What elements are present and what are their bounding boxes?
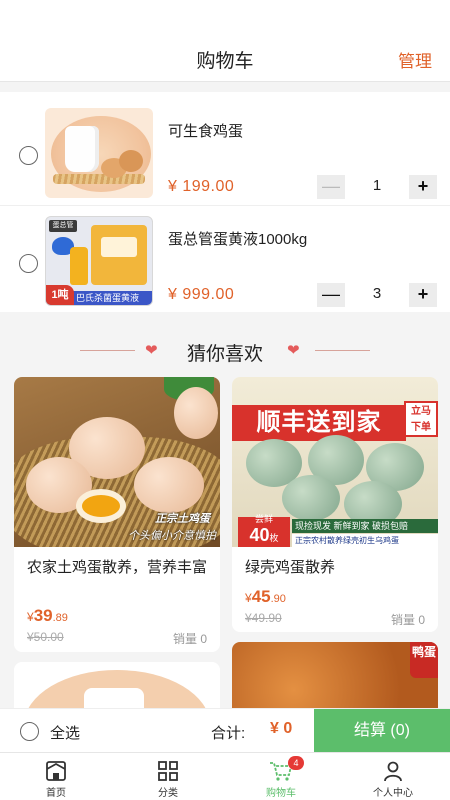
product-card[interactable]: 顺丰送到家 立马 下单 尝鲜 40枚 现捡现发 新鲜到家 破损包赔 正宗农村散养绿壳… [232, 377, 438, 632]
item-select-checkbox[interactable] [19, 146, 38, 165]
heart-icon: ❤ [287, 342, 300, 359]
bottom-tab-bar: 首页 分类 4 购物车 个人中心 [0, 752, 450, 800]
product-title: 农家土鸡蛋散养，营养丰富 [27, 559, 208, 576]
current-price: ¥45.90 [245, 587, 286, 606]
quantity-stepper: — 1 + [317, 175, 437, 199]
original-price: ¥50.00 [27, 630, 64, 644]
image-badge: 1吨 [46, 285, 74, 305]
count-badge: 尝鲜 40枚 [238, 514, 290, 547]
decrease-button[interactable]: — [317, 283, 345, 307]
tab-cart[interactable]: 4 购物车 [225, 753, 337, 800]
tab-label: 首页 [46, 788, 66, 799]
product-title: 绿壳鸡蛋散养 [245, 559, 336, 576]
product-card[interactable]: 正宗土鸡蛋 个头偏小介意慎拍 农家土鸡蛋散养，营养丰富 ¥39.89 ¥50.0… [14, 377, 220, 652]
checkout-button[interactable]: 结算 (0) [314, 709, 450, 753]
select-all-checkbox[interactable] [20, 722, 39, 741]
promo-banner: 顺丰送到家 [232, 405, 406, 441]
total-label: 合计: [211, 725, 246, 742]
current-price: ¥39.89 [27, 606, 68, 625]
image-caption: 个头偏小介意慎拍 [128, 530, 216, 542]
product-image[interactable] [45, 108, 153, 198]
brand-logo: 蛋总管 [49, 220, 77, 232]
page-title: 购物车 [196, 51, 254, 72]
image-strip: 现捡现发 新鲜到家 破损包赔 [292, 519, 438, 533]
item-select-checkbox[interactable] [19, 254, 38, 273]
recommend-heading: ❤ 猜你喜欢 ❤ [0, 330, 450, 370]
grid-icon [158, 761, 178, 781]
tab-category[interactable]: 分类 [112, 753, 224, 800]
cart-list: 可生食鸡蛋 ¥ 199.00 — 1 + 蛋总管 巴氏杀菌蛋黄液 1吨 蛋总管蛋… [0, 92, 450, 312]
checkout-bar: 全选 合计: ¥ 0 结算 (0) [0, 708, 450, 753]
product-price: ¥ 199.00 [168, 178, 235, 195]
tab-label: 购物车 [266, 788, 296, 799]
quantity-stepper: — 3 + [317, 283, 437, 307]
decrease-button[interactable]: — [317, 175, 345, 199]
tab-label: 分类 [158, 788, 178, 799]
sales-count: 销量 0 [390, 613, 425, 627]
increase-button[interactable]: + [409, 175, 437, 199]
product-image: 顺丰送到家 立马 下单 尝鲜 40枚 现捡现发 新鲜到家 破损包赔 正宗农村散养绿壳… [232, 377, 438, 547]
quantity-value[interactable]: 1 [345, 177, 409, 194]
product-tag: 鸭蛋 [410, 642, 438, 678]
tab-home[interactable]: 首页 [0, 753, 112, 800]
tab-label: 个人中心 [373, 788, 413, 799]
tab-profile[interactable]: 个人中心 [337, 753, 449, 800]
select-all-label[interactable]: 全选 [50, 722, 80, 743]
quantity-value[interactable]: 3 [345, 285, 409, 302]
product-price: ¥ 999.00 [168, 286, 235, 303]
home-icon [46, 761, 66, 781]
product-name[interactable]: 蛋总管蛋黄液1000kg [168, 228, 307, 249]
product-image: 正宗土鸡蛋 个头偏小介意慎拍 [14, 377, 220, 547]
cart-badge: 4 [288, 756, 304, 770]
increase-button[interactable]: + [409, 283, 437, 307]
user-icon [384, 761, 402, 782]
image-caption: 正宗土鸡蛋 [155, 513, 210, 525]
total-amount: ¥ 0 [270, 720, 293, 737]
order-sticker: 立马 下单 [404, 401, 438, 437]
product-image[interactable]: 蛋总管 巴氏杀菌蛋黄液 1吨 [45, 216, 153, 306]
product-name[interactable]: 可生食鸡蛋 [168, 120, 243, 141]
sales-count: 销量 0 [172, 632, 207, 646]
top-bar: 购物车 管理 [0, 0, 450, 82]
image-strip: 正宗农村散养绿壳初生乌鸡蛋 [292, 534, 438, 547]
cart-item: 可生食鸡蛋 ¥ 199.00 — 1 + [0, 98, 450, 208]
manage-button[interactable]: 管理 [398, 47, 432, 72]
cart-item: 蛋总管 巴氏杀菌蛋黄液 1吨 蛋总管蛋黄液1000kg ¥ 999.00 — 3… [0, 205, 450, 315]
recommend-title: 猜你喜欢 [186, 344, 263, 365]
original-price: ¥49.90 [245, 611, 282, 625]
